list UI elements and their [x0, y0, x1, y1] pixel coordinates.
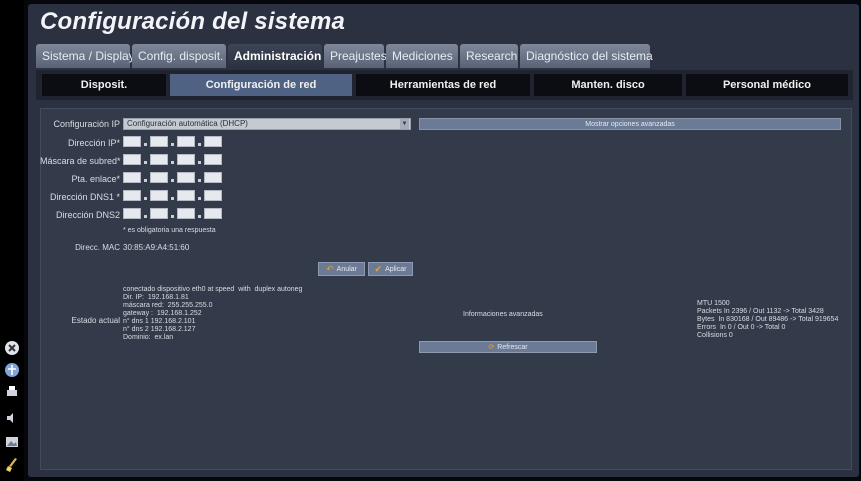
subtab-bar: Disposit. Configuración de red Herramien… — [36, 70, 853, 100]
advanced-info-label: Informaciones avanzadas — [463, 311, 543, 318]
left-toolbar — [0, 0, 24, 481]
tab-mediciones[interactable]: Mediciones — [386, 44, 458, 68]
dns2-label: Dirección DNS2 — [55, 210, 120, 220]
connection-details: conectado dispositivo eth0 at speed with… — [123, 286, 303, 341]
octet-separator — [171, 215, 174, 218]
ip-address-label: Dirección IP* — [67, 138, 120, 148]
ip-octet-4[interactable] — [204, 136, 222, 147]
dns2-octet-2[interactable] — [150, 208, 168, 219]
subtab-disposit[interactable]: Disposit. — [42, 74, 166, 96]
octet-separator — [144, 143, 147, 146]
octet-separator — [198, 161, 201, 164]
ip-config-select[interactable]: Configuración automática (DHCP) ▼ — [123, 118, 411, 130]
undo-arrow-icon: ↶ — [326, 263, 334, 274]
mask-octet-1[interactable] — [123, 154, 141, 165]
tab-administracion[interactable]: Administración — [228, 44, 322, 68]
ip-config-label: Configuración IP — [53, 119, 120, 129]
apply-label: Aplicar — [385, 265, 407, 273]
checkmark-icon: ✔ — [374, 263, 383, 274]
subtab-personal-medico[interactable]: Personal médico — [686, 74, 848, 96]
refresh-button[interactable]: ⟳ Refrescar — [419, 341, 597, 353]
gateway-label: Pta. enlace* — [71, 174, 120, 184]
close-circle-icon[interactable] — [3, 339, 21, 357]
octet-separator — [198, 179, 201, 182]
octet-separator — [144, 197, 147, 200]
network-stats: MTU 1500 Packets In 2396 / Out 1132 -> T… — [697, 300, 839, 339]
subtab-configuracion-red[interactable]: Configuración de red — [170, 74, 352, 96]
octet-separator — [198, 197, 201, 200]
mask-octet-2[interactable] — [150, 154, 168, 165]
subnet-mask-label: Máscara de subred* — [40, 156, 121, 166]
refresh-label: Refrescar — [497, 343, 528, 351]
volume-icon[interactable] — [3, 409, 21, 427]
tab-preajustes[interactable]: Preajustes — [324, 44, 387, 68]
mask-octet-3[interactable] — [177, 154, 195, 165]
octet-separator — [171, 143, 174, 146]
tab-diagnostico[interactable]: Diagnóstico del sistema — [520, 44, 653, 68]
octet-separator — [198, 143, 201, 146]
cleanup-brush-icon[interactable] — [3, 456, 21, 474]
dns1-octet-4[interactable] — [204, 190, 222, 201]
mac-label: Direcc. MAC — [75, 243, 120, 252]
page-title: Configuración del sistema — [40, 8, 346, 35]
octet-separator — [144, 179, 147, 182]
dns2-octet-3[interactable] — [177, 208, 195, 219]
gateway-octet-1[interactable] — [123, 172, 141, 183]
dns2-octet-4[interactable] — [204, 208, 222, 219]
current-status-label: Estado actual — [71, 316, 120, 325]
tab-config-disposit[interactable]: Config. disposit. — [132, 44, 226, 68]
tab-research[interactable]: Research — [460, 44, 518, 68]
gateway-octet-4[interactable] — [204, 172, 222, 183]
octet-separator — [171, 179, 174, 182]
gateway-octet-3[interactable] — [177, 172, 195, 183]
dns2-octet-1[interactable] — [123, 208, 141, 219]
dns1-octet-2[interactable] — [150, 190, 168, 201]
dns1-octet-1[interactable] — [123, 190, 141, 201]
apply-button[interactable]: ✔ Aplicar — [368, 262, 413, 276]
print-icon[interactable] — [3, 383, 21, 401]
required-note: * es obligatoria una respuesta — [123, 227, 216, 234]
advanced-options-button[interactable]: Mostrar opciones avanzadas — [419, 118, 841, 130]
ip-octet-3[interactable] — [177, 136, 195, 147]
top-tabs: Sistema / Display Config. disposit. Admi… — [36, 44, 653, 68]
gateway-octet-2[interactable] — [150, 172, 168, 183]
dns1-label: Dirección DNS1 * — [49, 192, 120, 202]
ip-octet-2[interactable] — [150, 136, 168, 147]
ip-config-value: Configuración automática (DHCP) — [127, 119, 248, 128]
octet-separator — [171, 161, 174, 164]
mask-octet-4[interactable] — [204, 154, 222, 165]
probe-icon[interactable] — [3, 361, 21, 379]
subtab-manten-disco[interactable]: Manten. disco — [534, 74, 682, 96]
octet-separator — [144, 215, 147, 218]
undo-button[interactable]: ↶ Anular — [318, 262, 365, 276]
mac-value: 30:85:A9:A4:51:60 — [123, 243, 190, 252]
octet-separator — [171, 197, 174, 200]
refresh-icon: ⟳ — [488, 344, 495, 351]
subtab-herramientas-red[interactable]: Herramientas de red — [356, 74, 530, 96]
dns1-octet-3[interactable] — [177, 190, 195, 201]
octet-separator — [144, 161, 147, 164]
screen: Configuración del sistema Sistema / Disp… — [0, 0, 861, 481]
octet-separator — [198, 215, 201, 218]
tab-sistema-display[interactable]: Sistema / Display — [36, 44, 135, 68]
chevron-down-icon: ▼ — [400, 119, 409, 129]
undo-label: Anular — [336, 265, 357, 273]
image-icon[interactable] — [3, 433, 21, 451]
ip-octet-1[interactable] — [123, 136, 141, 147]
